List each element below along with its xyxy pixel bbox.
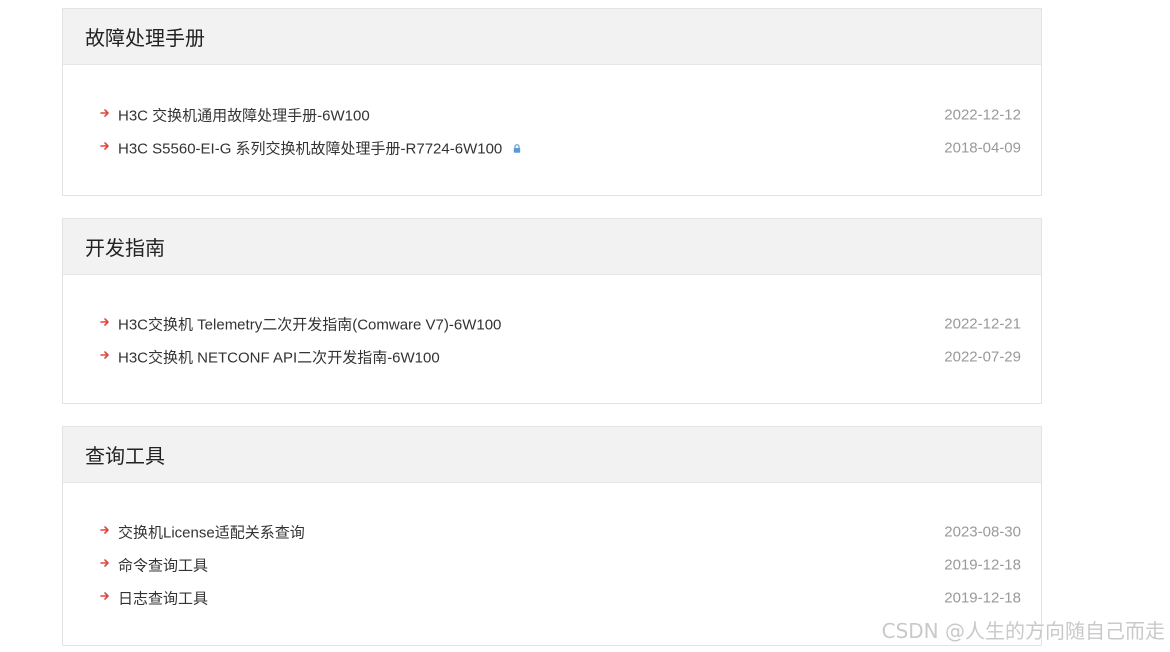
doc-link-label: 日志查询工具 bbox=[118, 590, 209, 607]
doc-date: 2019-12-18 bbox=[944, 589, 1021, 606]
arrow-right-icon bbox=[100, 558, 109, 567]
doc-date: 2018-04-09 bbox=[944, 139, 1021, 156]
doc-date: 2022-12-12 bbox=[944, 106, 1021, 123]
list-item: H3C交换机 NETCONF API二次开发指南-6W100 2022-07-2… bbox=[63, 340, 1041, 373]
section-header: 开发指南 bbox=[63, 219, 1041, 275]
doc-link-label: H3C 交换机通用故障处理手册-6W100 bbox=[118, 107, 370, 124]
page: 故障处理手册 H3C 交换机通用故障处理手册-6W100 2022-12-12 … bbox=[0, 0, 1170, 652]
arrow-right-icon bbox=[100, 141, 109, 150]
list-item: H3C S5560-EI-G 系列交换机故障处理手册-R7724-6W100 2… bbox=[63, 131, 1041, 164]
doc-link[interactable]: H3C交换机 NETCONF API二次开发指南-6W100 bbox=[118, 346, 440, 367]
section-query-tools: 查询工具 交换机License适配关系查询 2023-08-30 命令查询工具 … bbox=[62, 426, 1042, 646]
section-title: 故障处理手册 bbox=[85, 26, 205, 50]
arrow-right-icon bbox=[100, 108, 109, 117]
doc-link[interactable]: H3C 交换机通用故障处理手册-6W100 bbox=[118, 104, 370, 125]
arrow-right-icon bbox=[100, 350, 109, 359]
doc-date: 2019-12-18 bbox=[944, 556, 1021, 573]
doc-link-label: 命令查询工具 bbox=[118, 557, 209, 574]
doc-date: 2023-08-30 bbox=[944, 523, 1021, 540]
doc-link[interactable]: H3C S5560-EI-G 系列交换机故障处理手册-R7724-6W100 bbox=[118, 137, 522, 158]
doc-list: H3C 交换机通用故障处理手册-6W100 2022-12-12 H3C S55… bbox=[63, 98, 1041, 164]
section-dev-guide: 开发指南 H3C交换机 Telemetry二次开发指南(Comware V7)-… bbox=[62, 218, 1042, 404]
list-item: 交换机License适配关系查询 2023-08-30 bbox=[63, 515, 1041, 548]
doc-list: H3C交换机 Telemetry二次开发指南(Comware V7)-6W100… bbox=[63, 307, 1041, 373]
watermark: CSDN @人生的方向随自己而走 bbox=[881, 619, 1165, 643]
doc-link-label: H3C交换机 Telemetry二次开发指南(Comware V7)-6W100 bbox=[118, 316, 502, 333]
section-header: 故障处理手册 bbox=[63, 9, 1041, 65]
list-item: 日志查询工具 2019-12-18 bbox=[63, 581, 1041, 614]
doc-date: 2022-12-21 bbox=[944, 315, 1021, 332]
arrow-right-icon bbox=[100, 317, 109, 326]
arrow-right-icon bbox=[100, 525, 109, 534]
doc-list: 交换机License适配关系查询 2023-08-30 命令查询工具 2019-… bbox=[63, 515, 1041, 614]
doc-date: 2022-07-29 bbox=[944, 348, 1021, 365]
doc-link[interactable]: 交换机License适配关系查询 bbox=[118, 521, 305, 542]
arrow-right-icon bbox=[100, 591, 109, 600]
list-item: H3C交换机 Telemetry二次开发指南(Comware V7)-6W100… bbox=[63, 307, 1041, 340]
doc-link[interactable]: 日志查询工具 bbox=[118, 587, 208, 608]
doc-link-label: H3C S5560-EI-G 系列交换机故障处理手册-R7724-6W100 bbox=[118, 140, 503, 157]
doc-link-label: H3C交换机 NETCONF API二次开发指南-6W100 bbox=[118, 349, 440, 366]
list-item: 命令查询工具 2019-12-18 bbox=[63, 548, 1041, 581]
section-troubleshooting: 故障处理手册 H3C 交换机通用故障处理手册-6W100 2022-12-12 … bbox=[62, 8, 1042, 196]
section-title: 查询工具 bbox=[85, 444, 165, 468]
doc-link-label: 交换机License适配关系查询 bbox=[118, 524, 305, 541]
lock-icon bbox=[514, 144, 521, 153]
section-header: 查询工具 bbox=[63, 427, 1041, 483]
section-title: 开发指南 bbox=[85, 236, 165, 260]
doc-link[interactable]: 命令查询工具 bbox=[118, 554, 208, 575]
list-item: H3C 交换机通用故障处理手册-6W100 2022-12-12 bbox=[63, 98, 1041, 131]
doc-link[interactable]: H3C交换机 Telemetry二次开发指南(Comware V7)-6W100 bbox=[118, 313, 501, 334]
